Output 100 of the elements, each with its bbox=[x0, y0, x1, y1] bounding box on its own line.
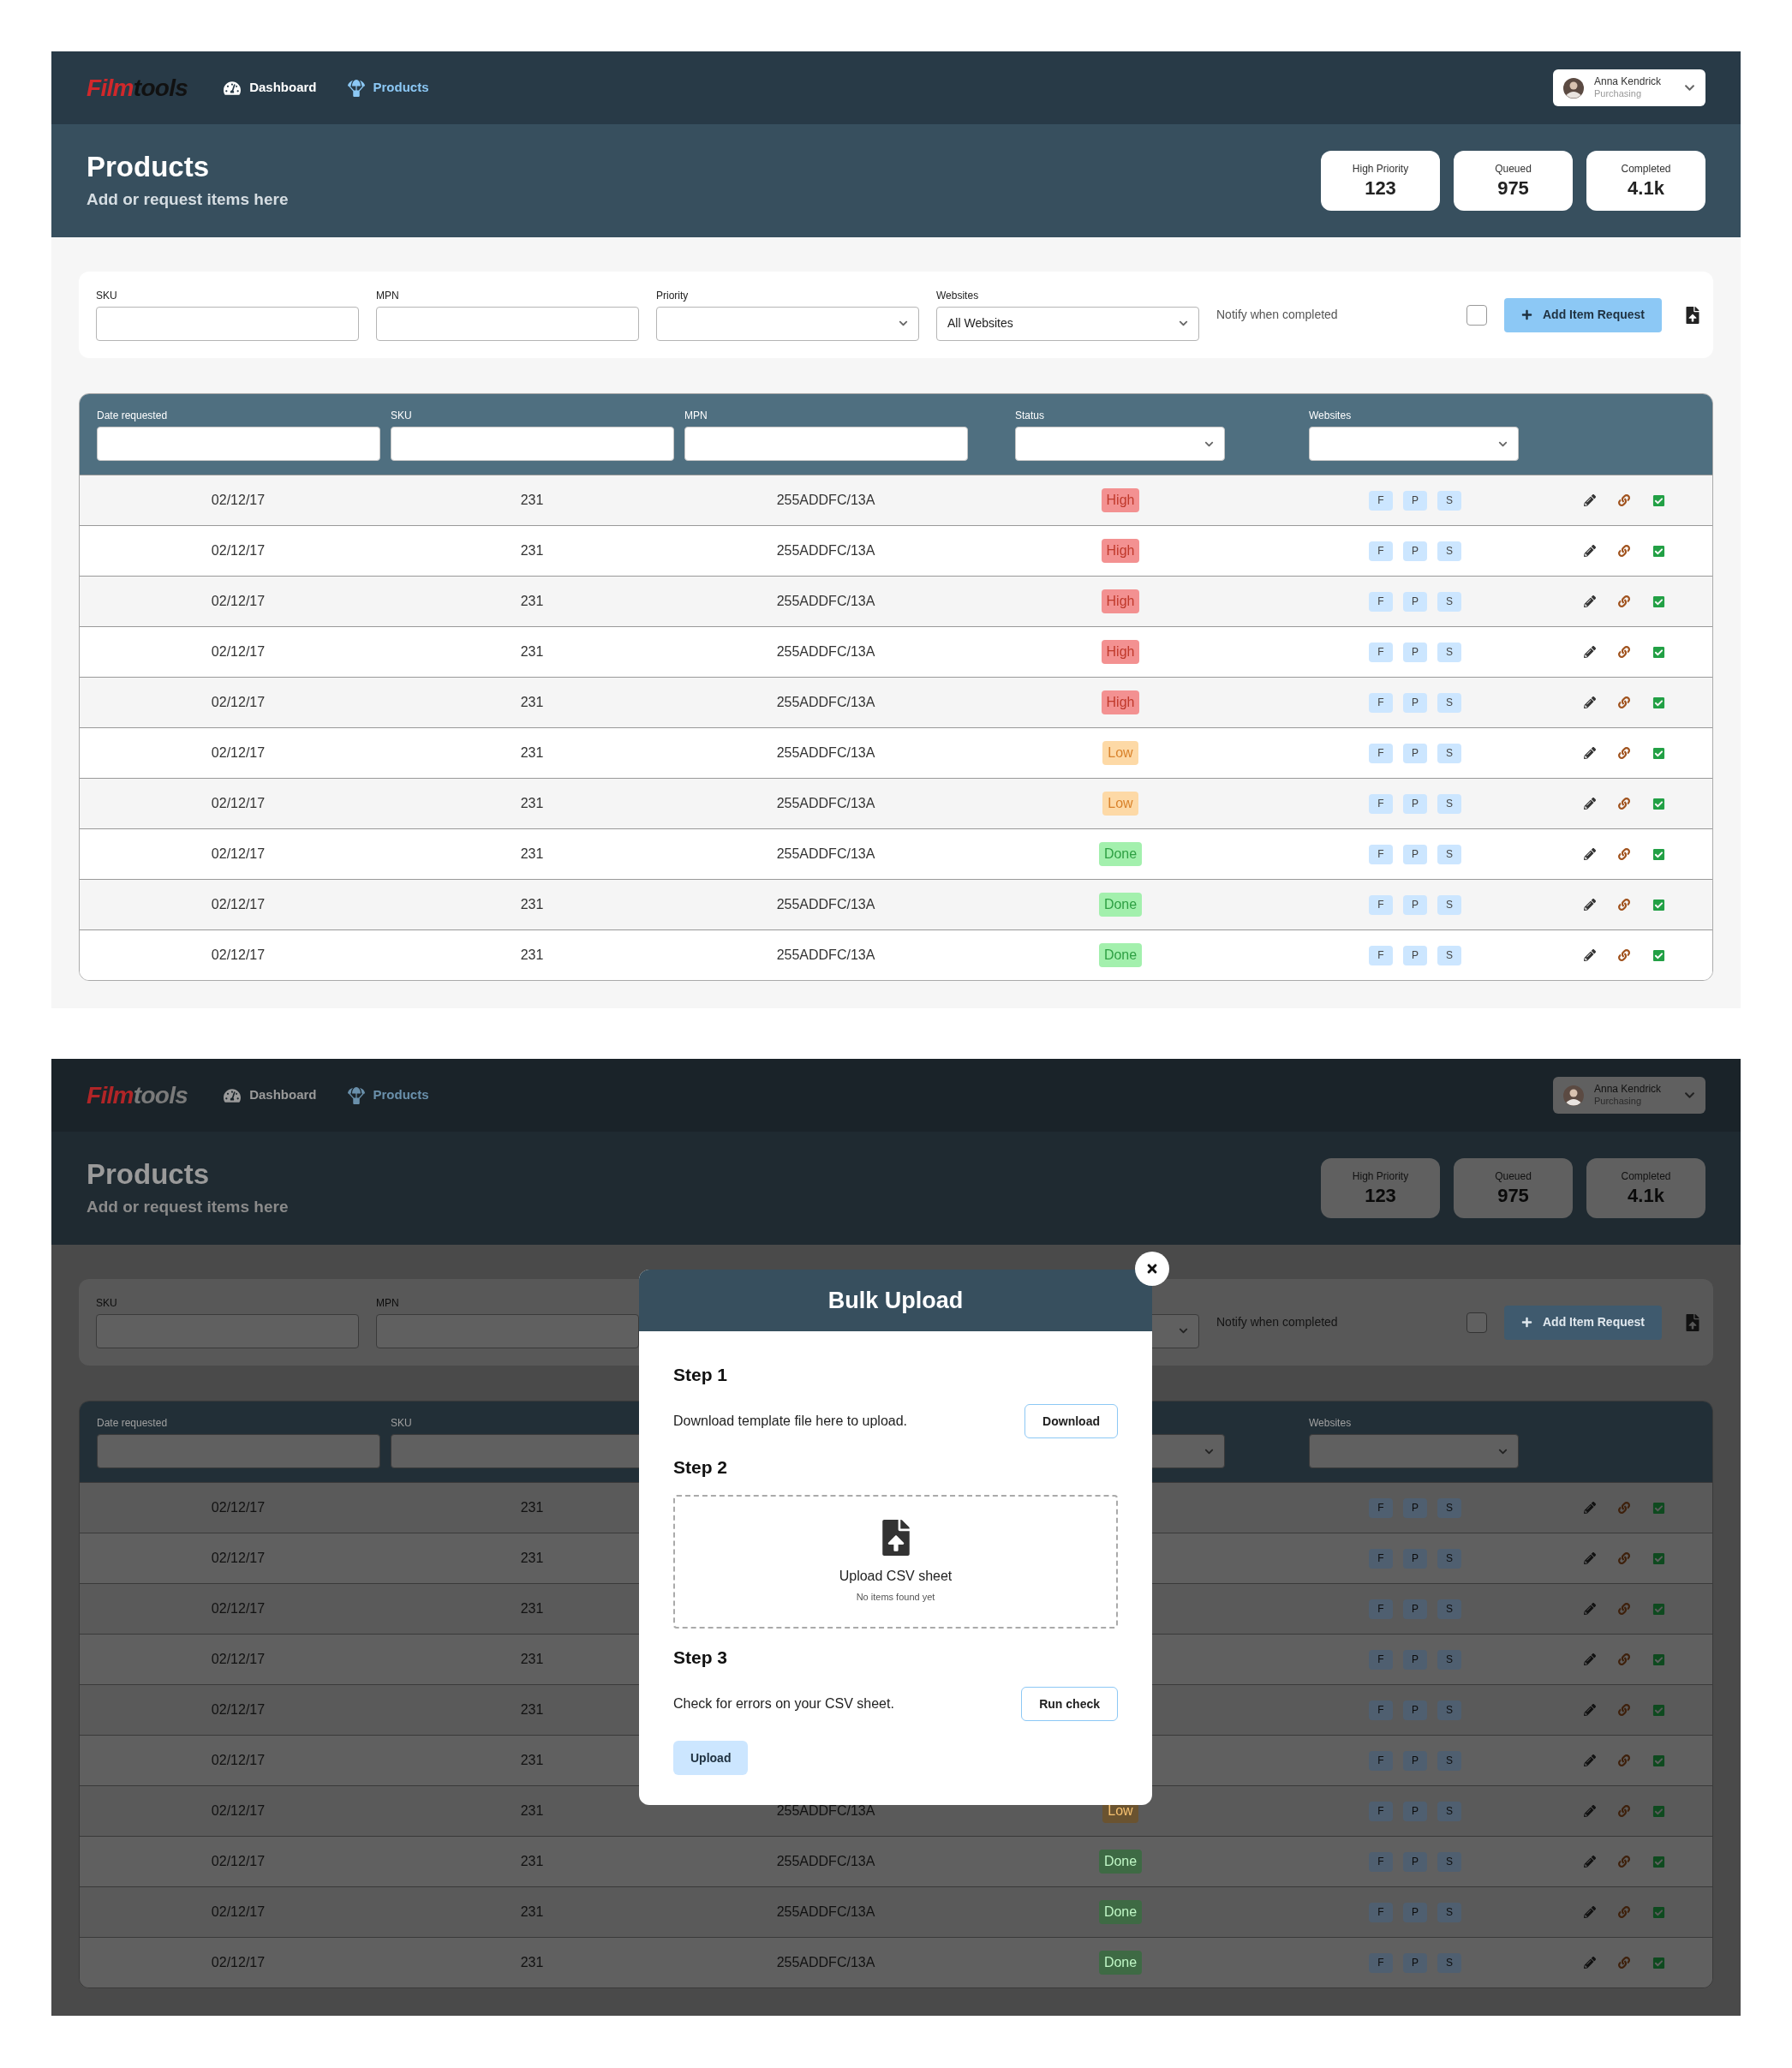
notify-checkbox[interactable] bbox=[1466, 304, 1487, 326]
stat-label: High Priority bbox=[1352, 162, 1409, 177]
website-tag: S bbox=[1437, 1750, 1461, 1771]
website-tag: S bbox=[1437, 1497, 1461, 1518]
link-icon[interactable] bbox=[1617, 798, 1630, 810]
date-cell-text: 02/12/17 bbox=[211, 1651, 266, 1668]
pencil-icon[interactable] bbox=[1583, 646, 1596, 658]
stat-value: 4.1k bbox=[1628, 1184, 1664, 1208]
website-tag: S bbox=[1437, 1902, 1461, 1922]
input-field[interactable] bbox=[96, 306, 359, 341]
date-cell-text: 02/12/17 bbox=[211, 542, 266, 559]
website-tag: F bbox=[1369, 1902, 1393, 1922]
pencil-icon[interactable] bbox=[1583, 747, 1596, 759]
add-item-request-button[interactable]: Add Item Request bbox=[1504, 1305, 1662, 1340]
website-tag: S bbox=[1437, 490, 1461, 511]
website-tag: S bbox=[1437, 541, 1461, 561]
upload-dropzone[interactable]: Upload CSV sheet No items found yet bbox=[673, 1495, 1118, 1629]
link-icon[interactable] bbox=[1617, 1957, 1630, 1969]
mpn-cell-text: 255ADDFC/13A bbox=[776, 492, 875, 509]
column-label: MPN bbox=[684, 409, 708, 421]
website-tag: F bbox=[1369, 793, 1393, 814]
pencil-icon[interactable] bbox=[1583, 949, 1596, 961]
pencil-icon[interactable] bbox=[1583, 494, 1596, 506]
status-badge: Done bbox=[1098, 943, 1143, 967]
mpn-cell-text: 255ADDFC/13A bbox=[776, 846, 875, 863]
upload-button[interactable]: Upload bbox=[673, 1741, 749, 1775]
stat-value: 4.1k bbox=[1628, 176, 1664, 200]
pencil-icon[interactable] bbox=[1583, 848, 1596, 860]
select-field[interactable] bbox=[1309, 1434, 1519, 1468]
website-tag: S bbox=[1437, 844, 1461, 864]
input-field[interactable] bbox=[97, 1434, 380, 1468]
link-icon[interactable] bbox=[1617, 595, 1630, 607]
nav-link[interactable]: Dashboard bbox=[224, 1085, 317, 1105]
nav-link[interactable]: Dashboard bbox=[224, 78, 317, 98]
step-button[interactable]: Download bbox=[1024, 1404, 1118, 1438]
website-tag: F bbox=[1369, 894, 1393, 915]
stat-value: 123 bbox=[1365, 176, 1396, 200]
column-label: Websites bbox=[1309, 1417, 1353, 1429]
link-icon[interactable] bbox=[1617, 646, 1630, 658]
parachute-icon bbox=[347, 79, 365, 97]
nav-link[interactable]: Products bbox=[347, 78, 429, 98]
page-subtitle: Add or request items here bbox=[87, 189, 289, 211]
website-tag: S bbox=[1437, 1700, 1461, 1720]
website-tag: S bbox=[1437, 591, 1461, 612]
notify-checkbox[interactable] bbox=[1466, 1312, 1487, 1333]
website-tag: F bbox=[1369, 692, 1393, 713]
pencil-icon[interactable] bbox=[1583, 696, 1596, 708]
link-icon[interactable] bbox=[1617, 949, 1630, 961]
date-cell-text: 02/12/17 bbox=[211, 1904, 266, 1921]
date-cell-text: 02/12/17 bbox=[211, 846, 266, 863]
field-label: MPN bbox=[376, 289, 400, 302]
pencil-icon[interactable] bbox=[1583, 545, 1596, 557]
sku-cell-text: 231 bbox=[520, 1752, 544, 1769]
step-button[interactable]: Run check bbox=[1021, 1687, 1118, 1721]
sku-cell-text: 231 bbox=[520, 1802, 544, 1820]
field-label: Priority bbox=[656, 289, 690, 302]
date-cell-text: 02/12/17 bbox=[211, 1853, 266, 1870]
add-item-request-button[interactable]: Add Item Request bbox=[1504, 297, 1662, 332]
select-field[interactable] bbox=[656, 306, 919, 341]
link-icon[interactable] bbox=[1617, 1653, 1630, 1665]
column-label: Status bbox=[1015, 409, 1046, 421]
website-tag: F bbox=[1369, 1548, 1393, 1569]
link-icon[interactable] bbox=[1617, 899, 1630, 911]
sku-cell-text: 231 bbox=[520, 643, 544, 660]
file-upload-icon[interactable] bbox=[1686, 306, 1699, 324]
website-tag: F bbox=[1369, 591, 1393, 612]
pencil-icon[interactable] bbox=[1583, 595, 1596, 607]
nav-link[interactable]: Products bbox=[347, 1085, 429, 1105]
link-icon[interactable] bbox=[1617, 1754, 1630, 1766]
user-menu[interactable]: Anna Kendrick Purchasing bbox=[1553, 69, 1705, 106]
mpn-cell-text: 255ADDFC/13A bbox=[776, 1802, 875, 1820]
plus-icon bbox=[1521, 1317, 1532, 1328]
step-title: Step 3 bbox=[673, 1647, 729, 1669]
website-tag: S bbox=[1437, 894, 1461, 915]
website-tag: P bbox=[1403, 793, 1427, 814]
stat-label: Queued bbox=[1495, 1169, 1532, 1185]
pencil-icon[interactable] bbox=[1583, 899, 1596, 911]
link-icon[interactable] bbox=[1617, 545, 1630, 557]
input-field[interactable] bbox=[376, 1313, 639, 1348]
input-field[interactable] bbox=[376, 306, 639, 341]
link-icon[interactable] bbox=[1617, 848, 1630, 860]
column-label: SKU bbox=[391, 1417, 413, 1429]
link-icon[interactable] bbox=[1617, 747, 1630, 759]
link-icon[interactable] bbox=[1617, 1856, 1630, 1868]
website-tag: P bbox=[1403, 541, 1427, 561]
input-field[interactable] bbox=[96, 1313, 359, 1348]
stat-value: 123 bbox=[1365, 1184, 1396, 1208]
file-upload-icon bbox=[881, 1519, 911, 1556]
sku-cell-text: 231 bbox=[520, 1853, 544, 1870]
link-icon[interactable] bbox=[1617, 494, 1630, 506]
sku-cell-text: 231 bbox=[520, 947, 544, 964]
link-icon[interactable] bbox=[1617, 696, 1630, 708]
mpn-cell-text: 255ADDFC/13A bbox=[776, 1853, 875, 1870]
pencil-icon[interactable] bbox=[1583, 798, 1596, 810]
stat-value: 975 bbox=[1497, 176, 1529, 200]
select-field[interactable]: All Websites bbox=[936, 306, 1199, 341]
close-button[interactable] bbox=[1135, 1252, 1169, 1286]
link-icon[interactable] bbox=[1617, 1552, 1630, 1564]
field-label: Websites bbox=[936, 289, 980, 302]
column-label: SKU bbox=[391, 409, 413, 421]
